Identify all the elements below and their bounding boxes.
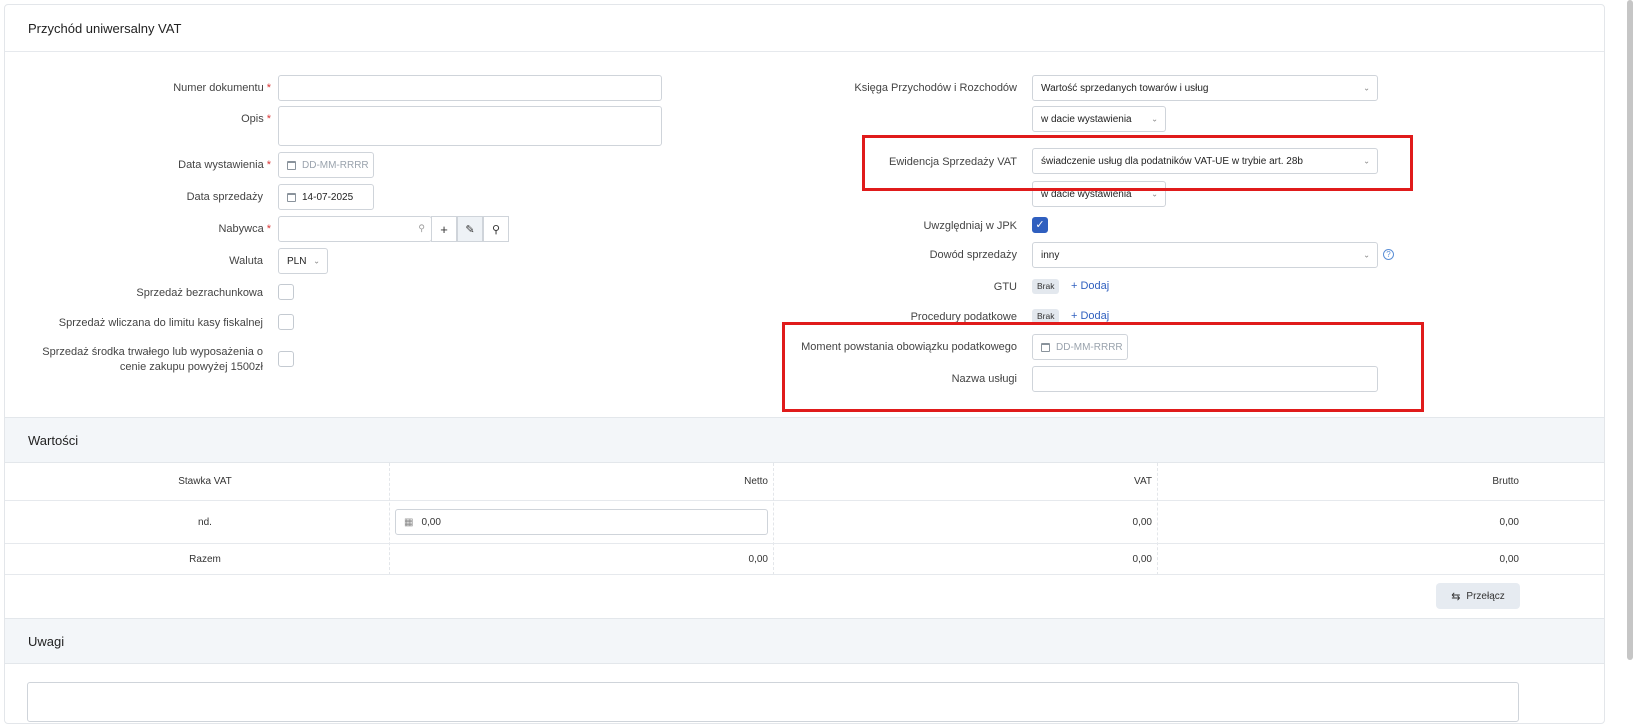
help-icon[interactable]: ? <box>1383 249 1394 260</box>
chevron-down-icon: ⌄ <box>1363 250 1370 260</box>
switch-button[interactable]: ⇆ Przełącz <box>1436 583 1520 609</box>
divider <box>5 500 1604 501</box>
fiscal-limit-checkbox[interactable] <box>278 314 294 330</box>
fixed-asset-label: Sprzedaż środka trwałego lub wyposażenia… <box>42 346 263 373</box>
chevron-down-icon: ⌄ <box>313 256 320 266</box>
total-label: Razem <box>189 554 221 565</box>
edit-buyer-button[interactable]: ✎ <box>457 216 483 242</box>
cashless-label: Sprzedaż bezrachunkowa <box>136 287 263 299</box>
sale-date-label: Data sprzedaży <box>186 191 263 203</box>
calendar-icon <box>287 160 296 170</box>
search-buyer-button[interactable]: ⚲ <box>483 216 509 242</box>
buyer-label: Nabywca * <box>218 223 271 235</box>
chevron-down-icon: ⌄ <box>1151 114 1158 124</box>
gtu-badge: Brak <box>1032 279 1060 294</box>
total-gross: 0,00 <box>1499 554 1519 565</box>
issue-date-label: Data wystawienia * <box>178 159 271 171</box>
row-gross-value: 0,00 <box>1499 517 1519 528</box>
jpk-checkbox[interactable]: ✓ <box>1032 217 1048 233</box>
calculator-icon: ▦ <box>404 516 414 528</box>
divider <box>5 574 1604 575</box>
highlight-box <box>862 135 1413 191</box>
search-icon: ⚲ <box>491 223 501 236</box>
calendar-icon <box>287 192 296 202</box>
description-textarea[interactable] <box>278 106 662 146</box>
add-buyer-button[interactable]: + <box>431 216 457 242</box>
search-icon: ⚲ <box>418 223 425 233</box>
sale-proof-label: Dowód sprzedaży <box>929 249 1017 261</box>
total-vat: 0,00 <box>1132 554 1152 565</box>
description-label: Opis * <box>241 113 271 125</box>
col-gross-header: Brutto <box>1492 476 1519 487</box>
kpir-date-select[interactable]: w dacie wystawienia ⌄ <box>1032 106 1166 132</box>
chevron-down-icon: ⌄ <box>1363 83 1370 93</box>
sale-proof-select[interactable]: inny ⌄ <box>1032 242 1378 268</box>
col-net-header: Netto <box>744 476 768 487</box>
notes-section-header: Uwagi <box>5 618 1604 664</box>
sale-date-input[interactable]: 14-07-2025 <box>278 184 374 210</box>
highlight-box <box>782 322 1424 412</box>
gtu-add-link[interactable]: + Dodaj <box>1071 280 1109 292</box>
form-card: Przychód uniwersalny VAT Numer dokumentu… <box>4 4 1605 724</box>
currency-label: Waluta <box>229 255 263 267</box>
kpir-label: Księga Przychodów i Rozchodów <box>854 82 1017 94</box>
issue-date-input[interactable]: DD-MM-RRRR <box>278 152 374 178</box>
jpk-label: Uwzględniaj w JPK <box>923 220 1017 232</box>
row-vat-rate: nd. <box>198 517 212 528</box>
swap-icon: ⇆ <box>1451 590 1461 603</box>
doc-number-label: Numer dokumentu * <box>173 82 271 94</box>
check-icon: ✓ <box>1035 219 1045 231</box>
divider <box>5 543 1604 544</box>
notes-textarea[interactable] <box>27 682 1519 722</box>
col-vat-rate-header: Stawka VAT <box>178 476 232 487</box>
net-value-input[interactable]: ▦ 0,00 <box>395 509 768 535</box>
edit-icon: ✎ <box>465 223 475 236</box>
scrollbar[interactable] <box>1627 0 1633 660</box>
col-vat-header: VAT <box>1134 476 1152 487</box>
fixed-asset-checkbox[interactable] <box>278 351 294 367</box>
gtu-label: GTU <box>993 281 1017 293</box>
currency-select[interactable]: PLN ⌄ <box>278 248 328 274</box>
kpir-select[interactable]: Wartość sprzedanych towarów i usług ⌄ <box>1032 75 1378 101</box>
page-title: Przychód uniwersalny VAT <box>5 5 1604 52</box>
cashless-checkbox[interactable] <box>278 284 294 300</box>
total-net: 0,00 <box>748 554 768 565</box>
tax-procedures-add-link[interactable]: + Dodaj <box>1071 310 1109 322</box>
row-vat-value: 0,00 <box>1132 517 1152 528</box>
values-section-header: Wartości <box>5 417 1604 463</box>
fiscal-limit-label: Sprzedaż wliczana do limitu kasy fiskaln… <box>58 317 263 329</box>
doc-number-input[interactable] <box>278 75 662 101</box>
buyer-input[interactable]: ⚲ <box>278 216 432 242</box>
